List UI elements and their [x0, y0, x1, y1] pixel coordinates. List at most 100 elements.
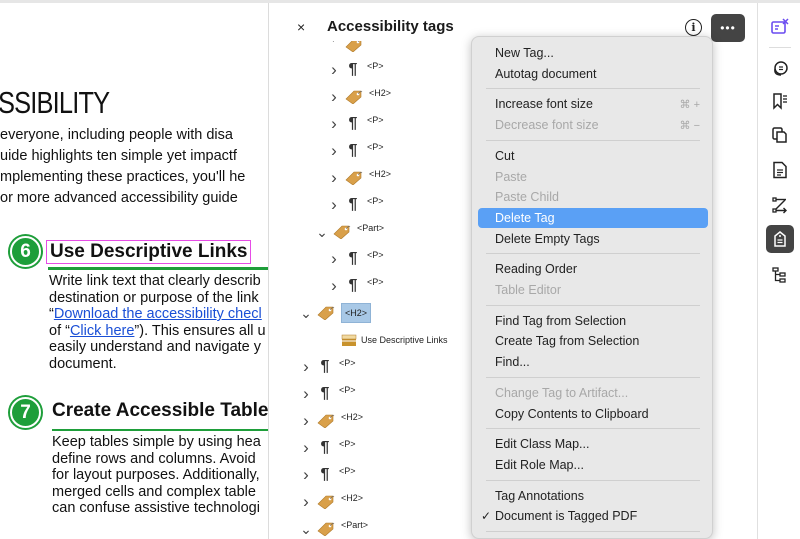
reading-order-icon: [772, 197, 787, 214]
tag-label[interactable]: <P>: [367, 142, 384, 152]
tag-label[interactable]: <H2>: [341, 412, 363, 422]
section-heading: Create Accessible Table: [52, 400, 268, 421]
pages-button[interactable]: [766, 121, 794, 149]
menu-item-new-tag[interactable]: New Tag...: [478, 43, 708, 63]
tags-button[interactable]: [766, 225, 794, 253]
chevron-right-icon[interactable]: ›: [299, 492, 313, 512]
chevron-right-icon[interactable]: ›: [299, 384, 313, 404]
tag-label[interactable]: <P>: [367, 61, 384, 71]
tag-label[interactable]: <P>: [339, 439, 356, 449]
tag-tree-row[interactable]: › ¶ <P>: [327, 141, 384, 161]
tag-tree-row[interactable]: › <H2>: [327, 87, 391, 107]
tag-label[interactable]: <Part>: [357, 223, 384, 233]
menu-item-find[interactable]: Find...: [478, 352, 708, 372]
download-checklist-link[interactable]: Download the accessibility checl: [54, 306, 262, 322]
tag-icon: [317, 522, 335, 537]
tag-tree-row[interactable]: ⌄ <Part>: [299, 519, 368, 539]
comments-icon: [774, 61, 788, 76]
click-here-link[interactable]: Click here: [70, 323, 134, 339]
tag-label[interactable]: <P>: [367, 196, 384, 206]
chevron-down-icon[interactable]: ⌄: [315, 224, 329, 241]
tag-label[interactable]: <P>: [339, 358, 356, 368]
menu-item-create-tag-from-selection[interactable]: Create Tag from Selection: [478, 331, 708, 351]
chevron-right-icon[interactable]: ›: [327, 168, 341, 188]
paragraph-icon: ¶: [348, 142, 358, 159]
body-line: Write link text that clearly describ: [49, 273, 261, 289]
tag-label[interactable]: <P>: [339, 385, 356, 395]
document-properties-button[interactable]: [766, 156, 794, 184]
tag-label[interactable]: <H2>: [369, 169, 391, 179]
menu-item-label: Change Tag to Artifact...: [495, 385, 629, 400]
tag-tree-row[interactable]: ⌄ <Part>: [315, 222, 384, 242]
content-tree-button[interactable]: [766, 261, 794, 289]
menu-item-tag-annotations[interactable]: Tag Annotations: [478, 486, 708, 506]
tag-label[interactable]: <P>: [367, 115, 384, 125]
chevron-right-icon[interactable]: ›: [327, 87, 341, 107]
tag-label[interactable]: Use Descriptive Links: [361, 335, 448, 345]
menu-item-edit-role-map[interactable]: Edit Role Map...: [478, 455, 708, 475]
section-heading[interactable]: Use Descriptive Links: [46, 240, 252, 264]
menu-item-delete-tag[interactable]: Delete Tag: [478, 207, 708, 228]
menu-item-label: Reading Order: [495, 262, 577, 277]
more-options-button[interactable]: •••: [711, 14, 745, 42]
selected-tag-label[interactable]: <H2>: [341, 303, 372, 323]
menu-item-edit-class-map[interactable]: Edit Class Map...: [478, 434, 708, 454]
document-view[interactable]: SSIBILITY everyone, including people wit…: [0, 3, 268, 539]
menu-item-increase-font-size[interactable]: Increase font size ⌘ +: [478, 94, 708, 114]
tag-tree-row[interactable]: ˙: [327, 41, 369, 55]
chevron-right-icon[interactable]: ›: [299, 465, 313, 485]
tag-tree-row[interactable]: › <H2>: [299, 492, 363, 512]
accessibility-checker-button[interactable]: [766, 13, 794, 41]
menu-item-copy-contents-to-clipboard[interactable]: Copy Contents to Clipboard: [478, 404, 708, 424]
tag-tree-row[interactable]: › ¶ <P>: [327, 195, 384, 215]
tag-tree-row[interactable]: › ¶ <P>: [327, 249, 384, 269]
chevron-right-icon[interactable]: ›: [299, 438, 313, 458]
pages-icon: [772, 127, 787, 143]
tag-label[interactable]: <H2>: [341, 493, 363, 503]
info-icon[interactable]: i: [685, 19, 702, 36]
tag-tree-row[interactable]: › ¶ <P>: [327, 276, 384, 296]
chevron-icon[interactable]: ˙: [327, 41, 341, 52]
tag-label[interactable]: <P>: [367, 250, 384, 260]
tag-label[interactable]: <Part>: [341, 520, 368, 530]
tag-tree-row[interactable]: › ¶ <P>: [299, 357, 356, 377]
chevron-right-icon[interactable]: ›: [327, 60, 341, 80]
menu-item-document-is-tagged-pdf[interactable]: ✓ Document is Tagged PDF: [478, 506, 708, 526]
menu-item-find-tag-from-selection[interactable]: Find Tag from Selection: [478, 311, 708, 331]
comments-button[interactable]: [766, 55, 794, 83]
tag-tree[interactable]: ˙ › ¶ <P> › <H2> › ¶ <P> › ¶ <P> › <H2> › ¶ <P> ⌄ <Part> › ¶…: [269, 41, 479, 539]
chevron-right-icon[interactable]: ›: [327, 276, 341, 296]
menu-item-change-tag-to-artifact: Change Tag to Artifact...: [478, 383, 708, 403]
tag-label[interactable]: <P>: [367, 277, 384, 287]
reading-order-button[interactable]: [766, 191, 794, 219]
menu-item-delete-empty-tags[interactable]: Delete Empty Tags: [478, 229, 708, 249]
body-line: easily understand and navigate y: [49, 339, 262, 355]
intro-paragraph: everyone, including people with disa uid…: [0, 125, 245, 209]
document-properties-icon: [773, 161, 787, 179]
tag-label[interactable]: <H2>: [369, 88, 391, 98]
tag-tree-row[interactable]: › ¶ <P>: [327, 114, 384, 134]
chevron-down-icon[interactable]: ⌄: [299, 521, 313, 538]
tag-tree-row[interactable]: › <H2>: [299, 411, 363, 431]
menu-item-reading-order[interactable]: Reading Order: [478, 259, 708, 279]
chevron-right-icon[interactable]: ›: [327, 195, 341, 215]
tag-tree-row[interactable]: ⌄ <H2>: [299, 303, 372, 323]
tag-label[interactable]: <P>: [339, 466, 356, 476]
tag-tree-row[interactable]: Use Descriptive Links: [327, 330, 448, 350]
menu-item-cut[interactable]: Cut: [478, 146, 708, 166]
chevron-right-icon[interactable]: ›: [327, 114, 341, 134]
close-panel-button[interactable]: ×: [297, 19, 305, 35]
menu-item-autotag-document[interactable]: Autotag document: [478, 64, 708, 84]
chevron-right-icon[interactable]: ›: [299, 357, 313, 377]
chevron-right-icon[interactable]: ›: [327, 141, 341, 161]
tag-tree-row[interactable]: › ¶ <P>: [299, 438, 356, 458]
chevron-down-icon[interactable]: ⌄: [299, 305, 313, 322]
bookmarks-button[interactable]: [766, 87, 794, 115]
tag-tree-row[interactable]: › ¶ <P>: [327, 60, 384, 80]
chevron-right-icon[interactable]: ›: [327, 249, 341, 269]
tag-tree-row[interactable]: › <H2>: [327, 168, 391, 188]
tag-tree-row[interactable]: › ¶ <P>: [299, 465, 356, 485]
chevron-right-icon[interactable]: ›: [299, 411, 313, 431]
menu-item-label: Tag Annotations: [495, 488, 584, 503]
tag-tree-row[interactable]: › ¶ <P>: [299, 384, 356, 404]
